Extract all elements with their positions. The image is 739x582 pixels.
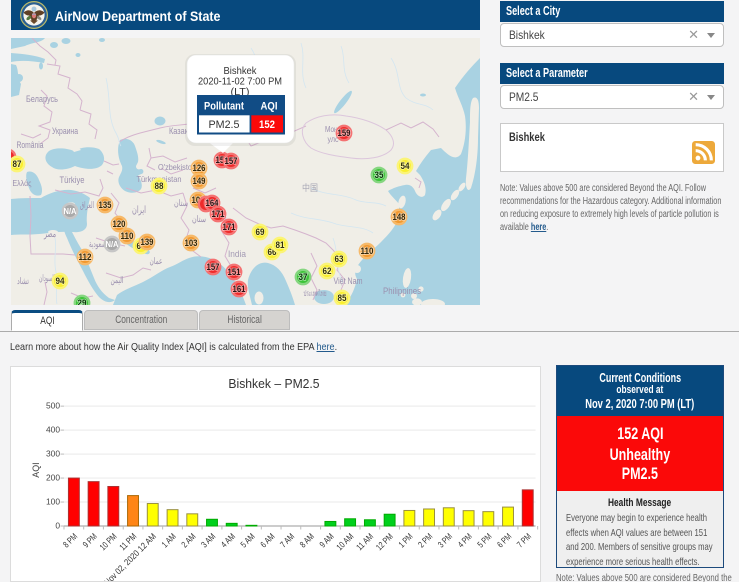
svg-text:69: 69 <box>256 227 265 237</box>
svg-text:中国: 中国 <box>302 182 318 193</box>
svg-text:Беларусь: Беларусь <box>26 94 58 104</box>
svg-text:Pollutant: Pollutant <box>204 101 244 113</box>
svg-text:Philippines: Philippines <box>383 286 421 296</box>
svg-text:35: 35 <box>375 170 384 180</box>
svg-text:87: 87 <box>13 159 22 169</box>
svg-text:România: România <box>17 140 44 150</box>
svg-text:5 AM: 5 AM <box>239 531 257 549</box>
svg-text:ايران: ايران <box>132 205 146 216</box>
svg-text:اليمن: اليمن <box>111 275 124 286</box>
svg-text:500: 500 <box>46 401 60 411</box>
svg-text:112: 112 <box>79 252 92 262</box>
svg-text:152: 152 <box>259 119 275 131</box>
svg-text:مصر: مصر <box>43 229 56 240</box>
svg-text:10 PM: 10 PM <box>98 531 119 552</box>
svg-text:12 PM: 12 PM <box>374 531 395 552</box>
svg-text:Türkiye: Türkiye <box>60 175 85 185</box>
svg-text:110: 110 <box>121 231 134 241</box>
svg-text:100: 100 <box>46 497 60 507</box>
svg-text:2 PM: 2 PM <box>416 531 434 549</box>
svg-text:110: 110 <box>361 246 374 256</box>
svg-text:AQI: AQI <box>31 462 41 477</box>
svg-text:AQI: AQI <box>261 101 278 113</box>
svg-text:171: 171 <box>212 209 225 219</box>
svg-text:Ελλάς: Ελλάς <box>13 178 32 188</box>
svg-text:1 AM: 1 AM <box>160 531 178 549</box>
svg-text:29: 29 <box>78 298 87 305</box>
svg-text:6 AM: 6 AM <box>258 531 276 549</box>
svg-text:4 PM: 4 PM <box>456 531 474 549</box>
svg-text:7 AM: 7 AM <box>278 531 296 549</box>
svg-text:120: 120 <box>113 219 126 229</box>
svg-text:400: 400 <box>46 425 60 435</box>
svg-text:157: 157 <box>207 262 220 272</box>
svg-text:139: 139 <box>141 237 154 247</box>
svg-text:Việt Nam: Việt Nam <box>334 276 363 286</box>
svg-text:157: 157 <box>225 156 238 166</box>
svg-text:11 AM: 11 AM <box>354 531 375 552</box>
svg-text:63: 63 <box>335 254 344 264</box>
svg-text:8 PM: 8 PM <box>61 531 79 549</box>
svg-text:88: 88 <box>155 181 164 191</box>
svg-text:ประเทศไทย: ประเทศไทย <box>304 289 327 298</box>
svg-text:O'zbekiston: O'zbekiston <box>158 162 196 172</box>
svg-text:6 PM: 6 PM <box>495 531 513 549</box>
svg-text:9 PM: 9 PM <box>81 531 99 549</box>
svg-text:8 AM: 8 AM <box>298 531 316 549</box>
svg-text:ستان: ستان <box>192 214 206 224</box>
svg-text:ستان: ستان <box>174 198 188 208</box>
svg-text:62: 62 <box>323 266 332 276</box>
svg-text:171: 171 <box>223 222 236 232</box>
svg-text:N/A: N/A <box>106 240 119 249</box>
svg-text:N/A: N/A <box>64 207 77 216</box>
svg-text:0: 0 <box>55 521 60 531</box>
svg-text:7 PM: 7 PM <box>515 531 533 549</box>
svg-text:تشاد: تشاد <box>17 276 29 286</box>
svg-text:Bishkek – PM2.5: Bishkek – PM2.5 <box>228 376 319 391</box>
svg-text:200: 200 <box>46 473 60 483</box>
svg-text:5 PM: 5 PM <box>475 531 493 549</box>
svg-text:94: 94 <box>56 276 65 286</box>
svg-text:54: 54 <box>401 161 410 171</box>
svg-text:3 AM: 3 AM <box>199 531 217 549</box>
svg-text:161: 161 <box>233 284 246 294</box>
svg-text:عمان: عمان <box>150 256 163 266</box>
svg-text:9 AM: 9 AM <box>317 531 335 549</box>
svg-text:10 AM: 10 AM <box>334 531 355 552</box>
svg-text:148: 148 <box>393 212 406 222</box>
svg-text:126: 126 <box>193 163 206 173</box>
svg-text:85: 85 <box>338 293 347 303</box>
svg-text:37: 37 <box>299 272 308 282</box>
svg-text:India: India <box>228 249 246 259</box>
svg-text:159: 159 <box>338 128 351 138</box>
svg-text:151: 151 <box>228 267 241 277</box>
svg-text:149: 149 <box>193 176 206 186</box>
svg-text:81: 81 <box>276 240 285 250</box>
svg-text:العراق: العراق <box>80 200 94 211</box>
svg-text:135: 135 <box>99 200 112 210</box>
svg-text:1 PM: 1 PM <box>396 531 414 549</box>
svg-text:103: 103 <box>185 238 198 248</box>
svg-text:3 PM: 3 PM <box>436 531 454 549</box>
svg-text:2 AM: 2 AM <box>179 531 197 549</box>
svg-text:Украина: Украина <box>52 126 78 136</box>
svg-text:PM2.5: PM2.5 <box>209 119 240 131</box>
svg-text:300: 300 <box>46 449 60 459</box>
svg-text:4 AM: 4 AM <box>219 531 237 549</box>
